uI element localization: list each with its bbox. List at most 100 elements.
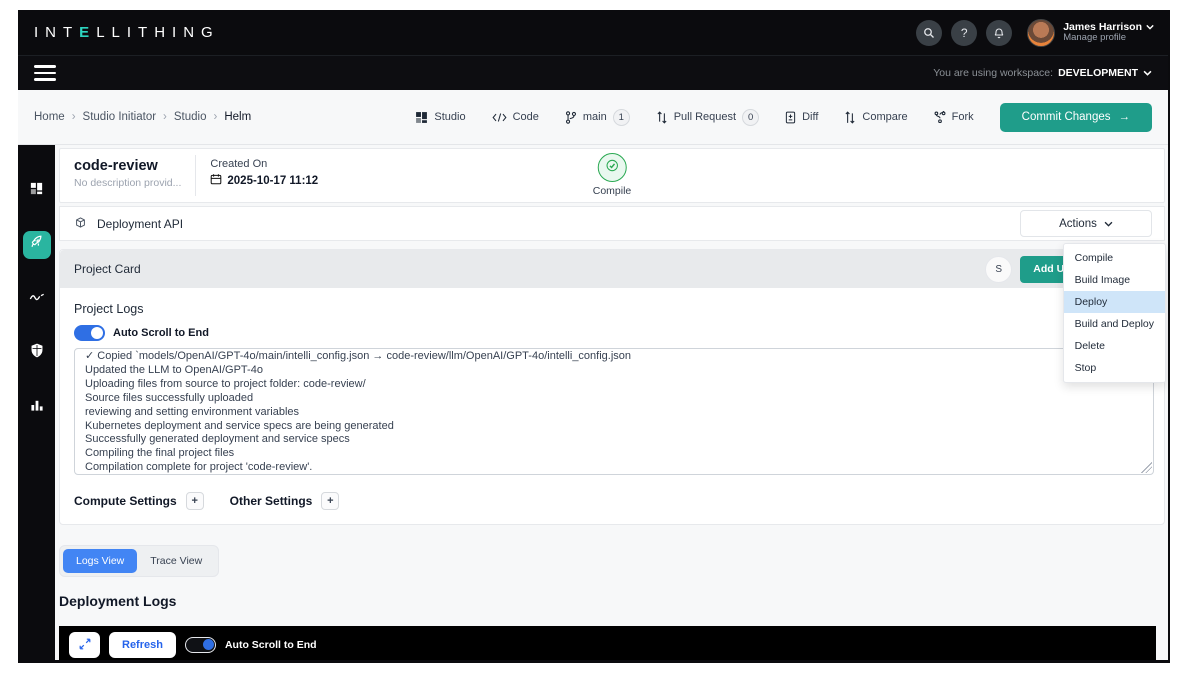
expand-icon bbox=[79, 638, 91, 653]
tab-compare[interactable]: Compare bbox=[844, 110, 908, 124]
check-circle-icon bbox=[605, 159, 618, 177]
bar-chart-icon bbox=[30, 398, 44, 417]
member-avatar[interactable]: S bbox=[985, 255, 1013, 283]
console-autoscroll-toggle[interactable] bbox=[184, 637, 216, 653]
user-avatar bbox=[1027, 18, 1056, 47]
pull-request-count-badge: 0 bbox=[742, 108, 760, 126]
bell-icon bbox=[993, 27, 1005, 39]
tab-pull-request[interactable]: Pull Request 0 bbox=[656, 108, 760, 126]
deployment-api-row: Deployment API Actions bbox=[59, 206, 1165, 241]
breadcrumb-helm[interactable]: Helm bbox=[224, 111, 251, 123]
pull-request-icon bbox=[656, 110, 668, 124]
log-line: ✓ Copied `models/OpenAI/GPT-4o/main/inte… bbox=[85, 350, 632, 362]
sidebar-item-deploy[interactable] bbox=[22, 231, 51, 259]
brand-logo-e: E bbox=[79, 24, 97, 41]
menu-item-compile[interactable]: Compile bbox=[1064, 247, 1165, 269]
sidebar-item-dashboard[interactable] bbox=[23, 177, 51, 205]
resize-grip[interactable] bbox=[1141, 462, 1152, 473]
log-line: Uploading files from source to project f… bbox=[85, 377, 366, 390]
fork-label: Fork bbox=[951, 111, 974, 123]
log-line: Compilation complete for project 'code-r… bbox=[85, 461, 313, 474]
menu-item-build-image[interactable]: Build Image bbox=[1064, 269, 1165, 291]
breadcrumb: Home › Studio Initiator › Studio › Helm bbox=[34, 111, 251, 123]
user-menu[interactable]: James Harrison Manage profile bbox=[1027, 18, 1154, 47]
fork-icon bbox=[934, 111, 946, 123]
deployment-logs-console: Refresh Auto Scroll to End 1 No Logs Ava… bbox=[59, 626, 1156, 660]
commit-changes-label: Commit Changes bbox=[1021, 111, 1111, 123]
compile-status-label: Compile bbox=[592, 185, 632, 197]
manage-profile-link[interactable]: Manage profile bbox=[1063, 32, 1154, 44]
calendar-icon bbox=[210, 173, 222, 188]
breadcrumb-studio-initiator[interactable]: Studio Initiator bbox=[83, 111, 157, 123]
compute-settings-add-button[interactable]: + bbox=[185, 492, 204, 510]
tab-studio[interactable]: Studio bbox=[415, 111, 466, 124]
top-bar: INTELLITHING ? James Harrison Manage pro… bbox=[18, 10, 1168, 55]
tab-compare-label: Compare bbox=[862, 111, 908, 123]
actions-dropdown-menu: Compile Build Image Deploy Build and Dep… bbox=[1062, 243, 1166, 383]
project-card-section: Project Card S Add User + Project Logs A… bbox=[59, 249, 1165, 525]
created-on-value: 2025-10-17 11:12 bbox=[227, 174, 319, 187]
rocket-icon bbox=[29, 235, 44, 255]
commit-changes-button[interactable]: Commit Changes → bbox=[999, 102, 1152, 132]
search-button[interactable] bbox=[916, 19, 943, 46]
chevron-down-icon bbox=[1104, 218, 1113, 230]
tab-trace-view[interactable]: Trace View bbox=[137, 549, 215, 573]
fork-button[interactable]: Fork bbox=[934, 111, 974, 123]
diff-file-icon bbox=[785, 111, 796, 124]
breadcrumb-separator: › bbox=[163, 111, 167, 123]
code-icon bbox=[492, 112, 507, 123]
other-settings-add-button[interactable]: + bbox=[321, 492, 340, 510]
sidebar-item-metrics[interactable] bbox=[23, 393, 51, 421]
tab-logs-view[interactable]: Logs View bbox=[63, 549, 138, 573]
menu-item-deploy[interactable]: Deploy bbox=[1063, 291, 1165, 313]
chevron-down-icon bbox=[1143, 67, 1152, 79]
view-tabs: Logs View Trace View bbox=[59, 545, 220, 577]
branch-selector[interactable]: main 1 bbox=[565, 108, 630, 126]
menu-item-build-and-deploy[interactable]: Build and Deploy bbox=[1064, 313, 1165, 335]
project-logs-title: Project Logs bbox=[74, 302, 144, 316]
actions-dropdown-button[interactable]: Actions bbox=[1020, 210, 1152, 237]
help-button[interactable]: ? bbox=[951, 19, 978, 46]
tab-diff[interactable]: Diff bbox=[785, 111, 818, 124]
menu-icon[interactable] bbox=[34, 61, 56, 85]
autoscroll-toggle[interactable] bbox=[74, 325, 105, 341]
project-description: No description provid... bbox=[74, 177, 182, 189]
brand-logo-text: LLITHING bbox=[96, 24, 220, 41]
log-line: reviewing and setting environment variab… bbox=[85, 405, 300, 418]
notifications-button[interactable] bbox=[986, 19, 1013, 46]
log-line: Compiling the final project files bbox=[85, 447, 235, 460]
project-header-card: code-review No description provid... Cre… bbox=[59, 148, 1165, 203]
tab-diff-label: Diff bbox=[802, 111, 819, 123]
app-window: INTELLITHING ? James Harrison Manage pro… bbox=[18, 10, 1170, 663]
refresh-button[interactable]: Refresh bbox=[109, 632, 176, 658]
trend-line-icon bbox=[29, 290, 45, 308]
shield-icon bbox=[30, 343, 44, 363]
dashboard-grid-icon bbox=[29, 181, 44, 201]
project-logs-textarea[interactable]: ✓ Copied `models/OpenAI/GPT-4o/main/inte… bbox=[74, 348, 1154, 475]
brand-logo: INTELLITHING bbox=[34, 24, 220, 41]
expand-console-button[interactable] bbox=[69, 632, 100, 658]
log-line: Updated the LLM to OpenAI/GPT-4o bbox=[85, 363, 263, 376]
compile-status-node[interactable]: Compile bbox=[592, 153, 632, 197]
left-sidebar bbox=[18, 145, 55, 660]
brand-logo-text: INT bbox=[34, 24, 80, 41]
tab-code[interactable]: Code bbox=[492, 111, 539, 123]
menu-item-stop[interactable]: Stop bbox=[1064, 357, 1165, 379]
menu-item-delete[interactable]: Delete bbox=[1064, 335, 1165, 357]
console-autoscroll-label: Auto Scroll to End bbox=[224, 639, 317, 651]
tab-code-label: Code bbox=[512, 111, 539, 123]
repo-toolbar: Studio Code main 1 Pull Request 0 Diff C… bbox=[415, 102, 1152, 132]
project-card-title: Project Card bbox=[74, 262, 141, 276]
sidebar-item-analytics[interactable] bbox=[23, 285, 51, 313]
breadcrumb-studio[interactable]: Studio bbox=[174, 111, 207, 123]
workspace-selector[interactable]: DEVELOPMENT bbox=[1058, 67, 1138, 79]
log-line: Kubernetes deployment and service specs … bbox=[85, 419, 394, 432]
autoscroll-label: Auto Scroll to End bbox=[113, 327, 209, 339]
workspace-bar: You are using workspace: DEVELOPMENT bbox=[18, 55, 1168, 90]
project-card-header: Project Card S Add User + bbox=[60, 250, 1164, 288]
help-icon: ? bbox=[960, 25, 968, 40]
project-name: code-review bbox=[74, 158, 158, 174]
sidebar-item-security[interactable] bbox=[23, 339, 51, 367]
search-icon bbox=[923, 27, 935, 39]
breadcrumb-home[interactable]: Home bbox=[34, 111, 65, 123]
